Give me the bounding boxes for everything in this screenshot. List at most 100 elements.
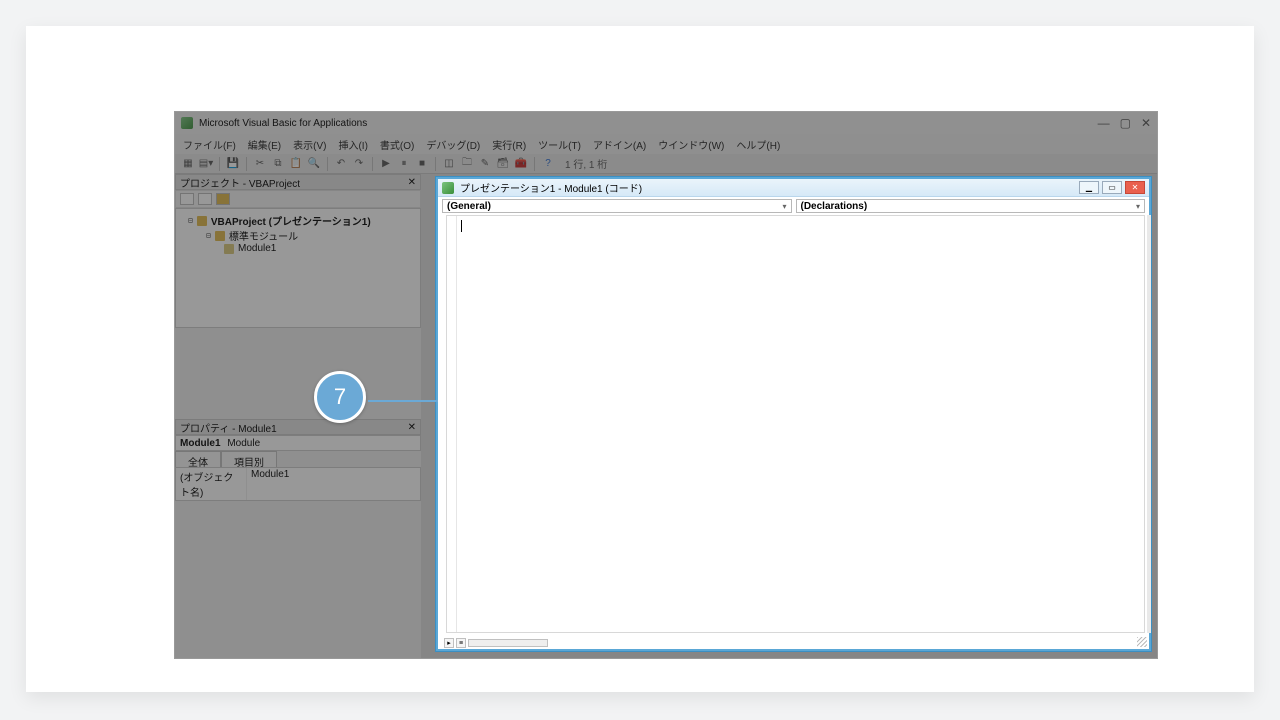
view-host-icon[interactable]: ▦ (181, 157, 195, 171)
code-window-titlebar[interactable]: プレゼンテーション1 - Module1 (コード) (438, 179, 1149, 197)
annotation-connector-line (368, 400, 438, 402)
menu-item[interactable]: ウインドウ(W) (658, 137, 724, 152)
property-value[interactable]: Module1 (246, 468, 420, 500)
menu-item[interactable]: 表示(V) (293, 137, 326, 152)
full-module-view-button[interactable]: ≡ (456, 638, 466, 648)
separator (372, 157, 373, 171)
modules-folder-label: 標準モジュール (229, 228, 298, 243)
separator (219, 157, 220, 171)
properties-object-selector[interactable]: Module1 Module (175, 435, 421, 451)
window-title: Microsoft Visual Basic for Applications (199, 118, 367, 129)
separator (435, 157, 436, 171)
chevron-down-icon: ▾ (782, 202, 786, 211)
properties-titlebar: プロパティ - Module1 ✕ (175, 419, 421, 435)
project-root-label: VBAProject (プレゼンテーション1) (211, 213, 371, 228)
resize-grip-icon[interactable] (1137, 637, 1147, 647)
selected-object-name: Module1 (180, 438, 221, 449)
toggle-folders-icon[interactable] (216, 193, 230, 205)
toolbox-icon[interactable]: 🧰 (514, 157, 528, 171)
object-dropdown[interactable]: (General) ▾ (442, 199, 792, 213)
module-icon (224, 244, 234, 254)
selected-object-type: Module (227, 438, 260, 449)
menu-item[interactable]: ヘルプ(H) (736, 137, 780, 152)
run-icon[interactable]: ▶ (379, 157, 393, 171)
view-mode-buttons: ▸ ≡ (444, 637, 548, 649)
vba-app-icon (181, 117, 193, 129)
properties-grid[interactable]: (オブジェクト名) Module1 (175, 467, 421, 501)
code-window-title: プレゼンテーション1 - Module1 (コード) (460, 180, 642, 195)
maximize-button[interactable]: ▢ (1120, 116, 1131, 130)
project-root-node[interactable]: ⊟ VBAProject (プレゼンテーション1) (178, 213, 418, 228)
object-dropdown-value: (General) (447, 201, 491, 212)
copy-icon[interactable]: ⧉ (271, 157, 285, 171)
redo-icon[interactable]: ↷ (352, 157, 366, 171)
chevron-down-icon: ▾ (1136, 202, 1140, 211)
menu-item[interactable]: 挿入(I) (338, 137, 367, 152)
pane-close-icon[interactable]: ✕ (408, 177, 416, 188)
vbaproject-icon (197, 216, 207, 226)
project-tree[interactable]: ⊟ VBAProject (プレゼンテーション1) ⊟ 標準モジュール Modu… (175, 208, 421, 328)
break-icon[interactable]: ⏸ (397, 157, 411, 171)
minimize-button[interactable] (1079, 181, 1099, 194)
view-object-icon[interactable] (198, 193, 212, 205)
collapse-icon[interactable]: ⊟ (206, 231, 211, 240)
modules-folder-node[interactable]: ⊟ 標準モジュール (178, 228, 418, 243)
module-node[interactable]: Module1 (178, 243, 418, 254)
save-icon[interactable]: 💾 (226, 157, 240, 171)
help-icon[interactable]: ? (541, 157, 555, 171)
menu-item[interactable]: 書式(O) (380, 137, 414, 152)
view-code-icon[interactable] (180, 193, 194, 205)
menu-item[interactable]: ツール(T) (538, 137, 581, 152)
collapse-icon[interactable]: ⊟ (188, 216, 193, 225)
property-row[interactable]: (オブジェクト名) Module1 (176, 468, 420, 500)
indicator-margin (447, 216, 457, 632)
object-browser-icon[interactable]: 🗃 (496, 157, 510, 171)
undo-icon[interactable]: ↶ (334, 157, 348, 171)
annotation-number: 7 (334, 384, 346, 410)
menu-bar: ファイル(F) 編集(E) 表示(V) 挿入(I) 書式(O) デバッグ(D) … (175, 134, 1157, 154)
project-explorer-icon[interactable]: 🗀 (460, 157, 474, 171)
design-mode-icon[interactable]: ◫ (442, 157, 456, 171)
module-label: Module1 (238, 243, 276, 254)
separator (327, 157, 328, 171)
minimize-button[interactable]: — (1098, 116, 1110, 130)
folder-icon (215, 231, 225, 241)
property-name: (オブジェクト名) (176, 468, 246, 500)
procedure-view-button[interactable]: ▸ (444, 638, 454, 648)
horizontal-scrollbar[interactable] (468, 639, 548, 647)
close-button[interactable] (1125, 181, 1145, 194)
annotation-step-circle: 7 (314, 371, 366, 423)
menu-item[interactable]: デバッグ(D) (426, 137, 480, 152)
presentation-frame: Microsoft Visual Basic for Applications … (26, 26, 1254, 692)
properties-pane: プロパティ - Module1 ✕ Module1 Module 全体 項目別 … (175, 419, 421, 658)
tab-categorized[interactable]: 項目別 (221, 451, 277, 467)
properties-title: プロパティ - Module1 (180, 420, 277, 435)
procedure-dropdown-value: (Declarations) (801, 201, 868, 212)
menu-item[interactable]: 編集(E) (248, 137, 281, 152)
menu-item[interactable]: 実行(R) (492, 137, 526, 152)
project-explorer-title: プロジェクト - VBAProject (180, 175, 300, 190)
vertical-scrollbar[interactable] (1147, 215, 1151, 633)
code-window: プレゼンテーション1 - Module1 (コード) (General) ▾ (… (436, 177, 1151, 651)
close-button[interactable]: ✕ (1141, 116, 1151, 130)
menu-item[interactable]: アドイン(A) (593, 137, 646, 152)
properties-tabs: 全体 項目別 (175, 451, 421, 467)
text-caret (461, 220, 462, 232)
cut-icon[interactable]: ✂ (253, 157, 267, 171)
menu-item[interactable]: ファイル(F) (183, 137, 236, 152)
maximize-button[interactable] (1102, 181, 1122, 194)
line-col-indicator: 1 行, 1 桁 (565, 156, 607, 171)
find-icon[interactable]: 🔍 (307, 157, 321, 171)
pane-close-icon[interactable]: ✕ (408, 422, 416, 433)
tab-all[interactable]: 全体 (175, 451, 221, 467)
separator (534, 157, 535, 171)
properties-icon[interactable]: ✎ (478, 157, 492, 171)
code-editor[interactable] (446, 215, 1145, 633)
add-module-icon[interactable]: ▤▾ (199, 157, 213, 171)
procedure-dropdown[interactable]: (Declarations) ▾ (796, 199, 1146, 213)
reset-icon[interactable]: ■ (415, 157, 429, 171)
paste-icon[interactable]: 📋 (289, 157, 303, 171)
code-selector-bar: (General) ▾ (Declarations) ▾ (438, 197, 1149, 213)
separator (246, 157, 247, 171)
project-explorer-titlebar: プロジェクト - VBAProject ✕ (175, 174, 421, 190)
